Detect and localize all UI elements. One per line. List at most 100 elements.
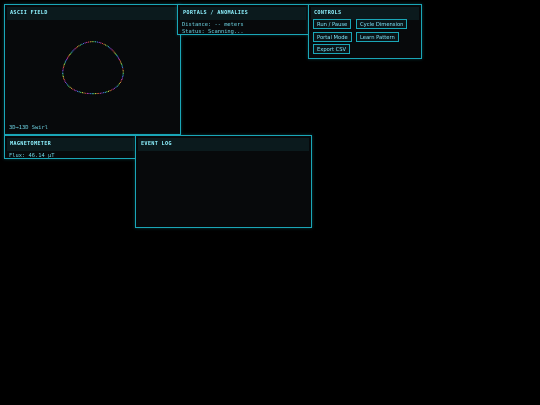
swirl-dot xyxy=(78,91,80,93)
swirl-dot xyxy=(62,74,64,76)
event-log-title: EVENT LOG xyxy=(138,138,309,151)
swirl-dot xyxy=(64,80,66,82)
swirl-dot xyxy=(122,72,124,75)
swirl-dot xyxy=(98,92,100,94)
swirl-dot xyxy=(62,76,64,78)
swirl-dot xyxy=(63,64,65,66)
swirl-dot xyxy=(68,55,70,57)
portals-panel: PORTALS / ANOMALIES Distance: -- meters … xyxy=(177,4,309,35)
swirl-dot xyxy=(79,44,81,46)
swirl-dot xyxy=(96,93,98,95)
swirl-dot xyxy=(121,77,123,79)
swirl-dot xyxy=(83,92,85,94)
swirl-dot xyxy=(63,79,65,81)
swirl-dot xyxy=(80,91,82,93)
export-csv-button[interactable]: Export CSV xyxy=(313,44,351,54)
swirl-dot xyxy=(88,93,90,95)
swirl-dot xyxy=(84,42,86,44)
swirl-dot xyxy=(113,51,115,53)
swirl-dot xyxy=(115,53,117,55)
swirl-dot xyxy=(70,87,73,89)
swirl-dot xyxy=(63,65,65,67)
swirl-dot xyxy=(110,48,112,50)
swirl-dot xyxy=(114,52,116,54)
swirl-dot xyxy=(89,41,91,43)
swirl-dot xyxy=(90,93,92,95)
learn-pattern-button[interactable]: Learn Pattern xyxy=(356,32,399,42)
swirl-dot xyxy=(103,92,105,94)
swirl-dot xyxy=(104,91,106,93)
swirl-dot xyxy=(116,55,118,57)
swirl-dot xyxy=(122,69,124,72)
ascii-mode-label: 3D→13D Swirl xyxy=(9,125,48,131)
swirl-dot xyxy=(81,92,83,94)
swirl-dot xyxy=(120,61,122,63)
swirl-dot xyxy=(69,86,71,88)
swirl-dot xyxy=(121,79,123,81)
swirl-visualization xyxy=(62,41,124,95)
portal-distance: Distance: -- meters xyxy=(182,22,244,28)
swirl-dot xyxy=(103,43,105,45)
swirl-dot xyxy=(122,68,124,70)
swirl-dot xyxy=(73,89,75,91)
swirl-dot xyxy=(78,45,80,47)
swirl-dot xyxy=(63,77,65,79)
magnetometer-panel: MAGNETOMETER Flux: 46.14 µT xyxy=(4,135,137,159)
swirl-dot xyxy=(101,43,104,45)
swirl-dot xyxy=(96,41,98,43)
swirl-dot xyxy=(111,89,113,91)
swirl-dot xyxy=(76,90,79,92)
swirl-dot xyxy=(74,48,76,50)
swirl-dot xyxy=(62,66,64,69)
swirl-dot xyxy=(93,93,95,95)
swirl-dot xyxy=(62,68,64,70)
swirl-dot xyxy=(70,52,72,54)
swirl-dot xyxy=(64,62,66,64)
cycle-dimension-button[interactable]: Cycle Dimension xyxy=(356,19,408,29)
swirl-dot xyxy=(117,84,119,86)
swirl-dot xyxy=(112,50,114,52)
swirl-dot xyxy=(116,85,118,87)
swirl-dot xyxy=(81,43,83,45)
swirl-dot xyxy=(85,92,87,94)
swirl-dot xyxy=(99,92,101,94)
portal-status: Status: Scanning... xyxy=(182,29,244,35)
swirl-dot xyxy=(62,72,64,75)
swirl-dot xyxy=(118,58,120,60)
event-log-panel: EVENT LOG xyxy=(135,135,312,228)
swirl-dot xyxy=(122,71,124,73)
swirl-dot xyxy=(75,47,77,49)
swirl-dot xyxy=(112,88,114,90)
swirl-dot xyxy=(117,56,119,58)
swirl-dot xyxy=(91,41,93,43)
swirl-dot xyxy=(119,60,121,62)
swirl-dot xyxy=(86,92,88,94)
controls-panel: CONTROLS Run / Pause Cycle Dimension Por… xyxy=(308,4,422,59)
swirl-dot xyxy=(73,49,75,51)
swirl-dot xyxy=(82,43,85,45)
swirl-dot xyxy=(107,90,110,92)
swirl-dot xyxy=(66,83,68,85)
swirl-dot xyxy=(65,81,67,83)
swirl-dot xyxy=(122,76,124,78)
swirl-dot xyxy=(88,41,90,43)
swirl-dot xyxy=(109,47,111,49)
magnetometer-title: MAGNETOMETER xyxy=(7,138,134,151)
swirl-dot xyxy=(62,71,64,73)
swirl-dot xyxy=(119,81,121,83)
ascii-field-panel: ASCII FIELD 3D→13D Swirl xyxy=(4,4,181,135)
swirl-dot xyxy=(105,44,107,46)
portals-title: PORTALS / ANOMALIES xyxy=(180,7,306,20)
swirl-dot xyxy=(94,93,96,95)
swirl-dot xyxy=(98,41,100,44)
swirl-dot xyxy=(91,93,93,95)
portal-mode-button[interactable]: Portal Mode xyxy=(313,32,352,42)
run-pause-button[interactable]: Run / Pause xyxy=(313,19,352,29)
swirl-dot xyxy=(72,50,74,52)
swirl-dot xyxy=(118,83,120,85)
swirl-dot xyxy=(111,49,113,51)
swirl-dot xyxy=(64,61,66,63)
swirl-dot xyxy=(101,92,103,94)
swirl-dot xyxy=(100,42,102,44)
swirl-dot xyxy=(120,62,122,64)
